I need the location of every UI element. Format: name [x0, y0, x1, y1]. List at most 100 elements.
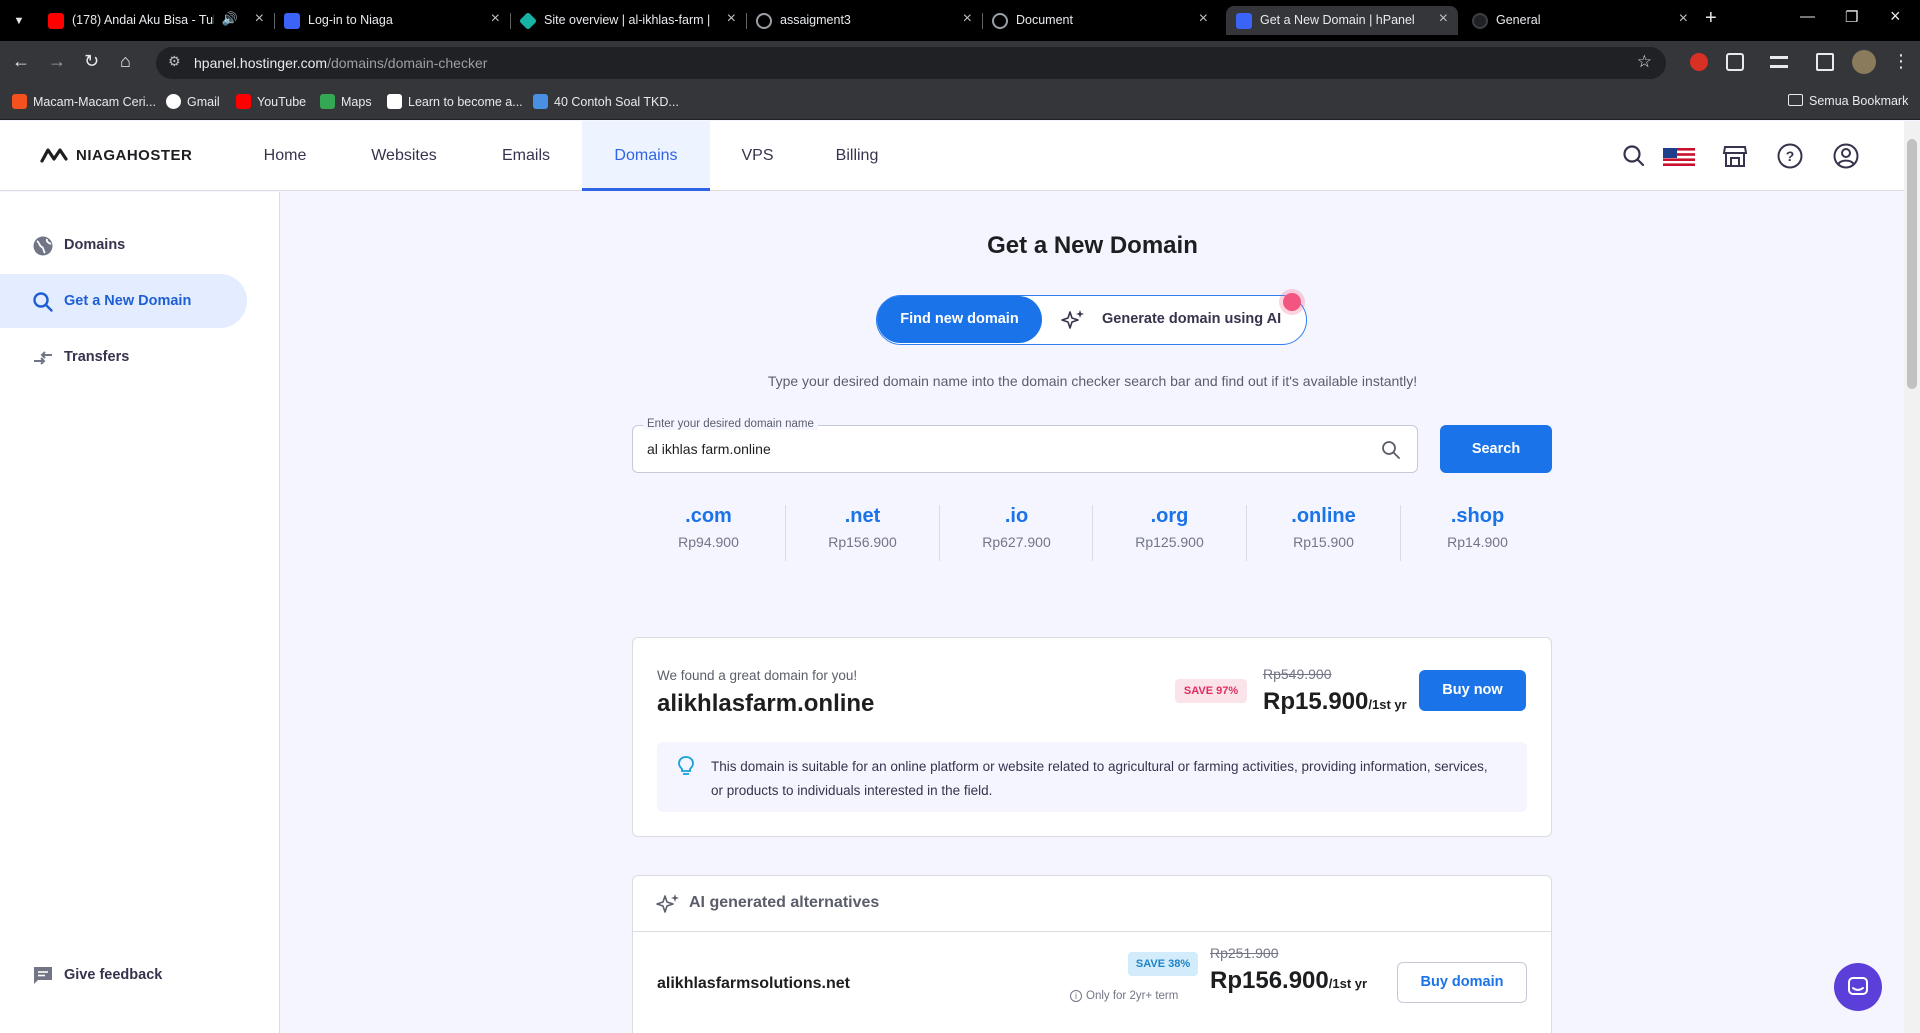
tld-price: Rp627.900: [982, 534, 1051, 550]
store-icon[interactable]: [1721, 142, 1749, 170]
browser-tab[interactable]: General ×: [1462, 6, 1698, 35]
browser-tab[interactable]: Site overview | al-ikhlas-farm | N ×: [510, 6, 747, 35]
sidebar-item-domains[interactable]: Domains: [0, 218, 247, 272]
sidebar-item-get-new-domain[interactable]: Get a New Domain: [0, 274, 247, 328]
reload-icon[interactable]: ↻: [84, 51, 99, 72]
new-price: Rp15.900/1st yr: [1263, 688, 1407, 716]
home-icon[interactable]: ⌂: [120, 51, 131, 72]
search-icon[interactable]: [1620, 142, 1648, 170]
sparkle-icon: [656, 894, 679, 913]
domain-search-input[interactable]: [647, 438, 1347, 460]
tab-title: General: [1496, 13, 1541, 27]
bookmark-item[interactable]: Macam-Macam Ceri...: [12, 94, 156, 109]
nav-websites[interactable]: Websites: [350, 121, 458, 191]
browser-toolbar: ← → ↻ ⌂ ⚙ hpanel.hostinger.com/domains/d…: [0, 41, 1920, 85]
bookmarks-folder[interactable]: Semua Bookmark: [1788, 94, 1908, 108]
close-tab-icon[interactable]: ×: [255, 10, 264, 28]
nav-emails[interactable]: Emails: [478, 121, 574, 191]
page-scrollbar[interactable]: [1904, 121, 1920, 1033]
chat-support-button[interactable]: [1834, 963, 1882, 1011]
tab-title: Document: [1016, 13, 1073, 27]
close-tab-icon[interactable]: ×: [1679, 10, 1688, 28]
us-flag-icon[interactable]: [1662, 142, 1696, 170]
help-icon[interactable]: ?: [1776, 142, 1804, 170]
browser-tabbar: ▼ (178) Andai Aku Bisa - Tulus 🔊 × Log-i…: [0, 0, 1920, 41]
bookmark-folder-label: Semua Bookmark: [1809, 94, 1909, 108]
nav-home[interactable]: Home: [240, 121, 330, 191]
side-panel-icon[interactable]: [1816, 53, 1834, 71]
close-tab-icon[interactable]: ×: [1199, 10, 1208, 28]
search-icon[interactable]: [1381, 440, 1401, 460]
buy-now-button[interactable]: Buy now: [1419, 670, 1526, 711]
browser-tab[interactable]: Log-in to Niaga ×: [274, 6, 511, 35]
extension-icon[interactable]: [1690, 53, 1708, 71]
save-badge: SAVE 97%: [1175, 679, 1247, 703]
browser-tab[interactable]: assaigment3 ×: [746, 6, 983, 35]
site-info-icon[interactable]: ⚙: [168, 53, 181, 70]
profile-avatar[interactable]: [1852, 50, 1876, 74]
close-tab-icon[interactable]: ×: [491, 10, 500, 28]
google-icon: [166, 94, 181, 109]
puzzle-icon[interactable]: [1726, 53, 1744, 71]
forward-icon[interactable]: →: [48, 51, 66, 72]
give-feedback-link[interactable]: Give feedback: [0, 962, 240, 992]
nav-vps[interactable]: VPS: [725, 121, 790, 191]
new-tab-icon[interactable]: +: [1705, 7, 1717, 30]
page-title: Get a New Domain: [987, 232, 1198, 259]
scrollbar-thumb[interactable]: [1907, 139, 1917, 389]
browser-tab[interactable]: (178) Andai Aku Bisa - Tulus 🔊 ×: [38, 6, 275, 35]
tab-search-chevron-icon[interactable]: ▼: [6, 8, 32, 34]
browser-tab[interactable]: Document ×: [982, 6, 1218, 35]
media-icon[interactable]: [1770, 56, 1788, 68]
hostinger-favicon-icon: [284, 13, 300, 29]
save-badge: SAVE 38%: [1128, 952, 1198, 976]
tld-option[interactable]: .online Rp15.900: [1247, 505, 1400, 561]
sparkle-icon: [1061, 310, 1084, 329]
menu-kebab-icon[interactable]: ⋮: [1892, 51, 1910, 72]
address-bar[interactable]: ⚙ hpanel.hostinger.com/domains/domain-ch…: [156, 47, 1666, 79]
bookmark-item[interactable]: 40 Contoh Soal TKD...: [533, 94, 679, 109]
tld-option[interactable]: .net Rp156.900: [786, 505, 939, 561]
bookmark-item[interactable]: Gmail: [166, 94, 220, 109]
bookmark-star-icon[interactable]: ☆: [1637, 52, 1652, 72]
tab-title: (178) Andai Aku Bisa - Tulus: [72, 13, 214, 27]
new-price: Rp156.900/1st yr: [1210, 967, 1367, 995]
bookmark-item[interactable]: Maps: [320, 94, 372, 109]
restore-icon[interactable]: ❐: [1845, 8, 1858, 26]
ai-alternatives-card: AI generated alternatives alikhlasfarmso…: [632, 875, 1552, 1033]
nav-domains[interactable]: Domains: [582, 121, 710, 191]
globe-icon: [33, 236, 53, 256]
browser-tab-active[interactable]: Get a New Domain | hPanel ×: [1226, 6, 1458, 35]
minimize-icon[interactable]: —: [1800, 8, 1815, 25]
bookmark-item[interactable]: Learn to become a...: [387, 94, 523, 109]
github-favicon-icon: [1472, 13, 1488, 29]
tld-option[interactable]: .io Rp627.900: [940, 505, 1093, 561]
bookmark-label: YouTube: [257, 95, 307, 109]
audio-icon[interactable]: 🔊: [222, 11, 238, 27]
bookmark-label: Macam-Macam Ceri...: [33, 95, 156, 109]
logo-text: NIAGAHOSTER: [76, 147, 193, 164]
close-window-icon[interactable]: ×: [1890, 6, 1901, 27]
tld-price: Rp156.900: [828, 534, 897, 550]
nav-billing[interactable]: Billing: [810, 121, 904, 191]
site-favicon-icon: [518, 11, 538, 31]
sidebar-item-transfers[interactable]: Transfers: [0, 330, 247, 384]
tld-option[interactable]: .com Rp94.900: [632, 505, 785, 561]
sidebar-item-label: Transfers: [64, 349, 130, 365]
tld-option[interactable]: .shop Rp14.900: [1401, 505, 1554, 561]
close-tab-icon[interactable]: ×: [963, 10, 972, 28]
close-tab-icon[interactable]: ×: [727, 10, 736, 28]
domain-search-field: Enter your desired domain name: [632, 418, 1418, 473]
globe-favicon-icon: [992, 13, 1008, 29]
tld-price: Rp14.900: [1447, 534, 1508, 550]
price-value: Rp15.900: [1263, 688, 1369, 715]
back-icon[interactable]: ←: [12, 51, 30, 72]
find-new-domain-tab[interactable]: Find new domain: [877, 296, 1042, 343]
account-icon[interactable]: [1832, 142, 1860, 170]
buy-domain-button[interactable]: Buy domain: [1397, 962, 1527, 1003]
tld-price: Rp125.900: [1135, 534, 1204, 550]
bookmark-item[interactable]: YouTube: [236, 94, 306, 109]
tld-option[interactable]: .org Rp125.900: [1093, 505, 1246, 561]
close-tab-icon[interactable]: ×: [1439, 10, 1448, 28]
search-button[interactable]: Search: [1440, 425, 1552, 473]
